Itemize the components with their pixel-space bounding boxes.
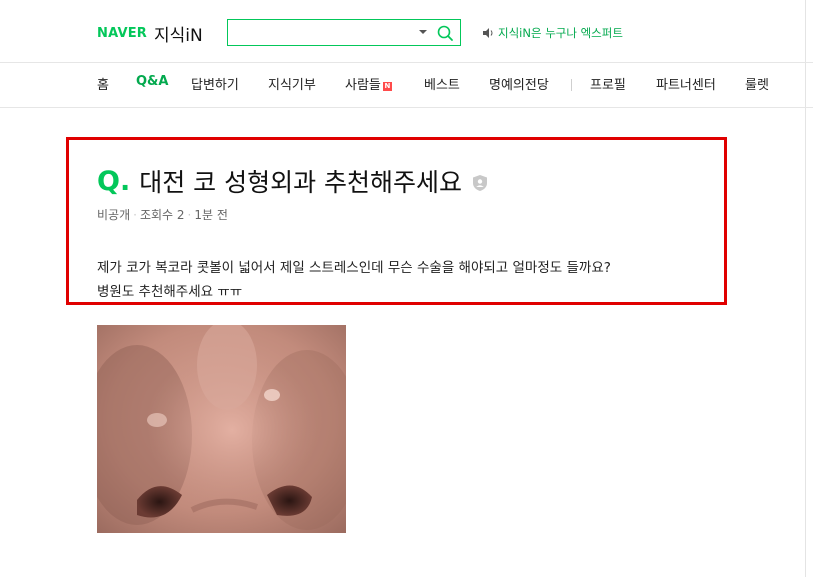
question-body-line: 병원도 추천해주세요 ㅠㅠ: [97, 284, 243, 300]
visibility-label: 비공개: [97, 208, 131, 222]
nose-photo: [97, 325, 346, 533]
service-logo[interactable]: 지식iN: [154, 21, 203, 46]
nav-item-answer[interactable]: 답변하기: [191, 74, 239, 93]
view-count: 조회수 2: [139, 208, 185, 222]
meta-separator: ·: [187, 208, 192, 222]
question-title-row: Q. 대전 코 성형외과 추천해주세요: [97, 163, 488, 199]
nav-item-qna[interactable]: Q&A: [136, 74, 168, 89]
expert-notice[interactable]: 지식iN은 누구나 엑스퍼트: [483, 25, 623, 41]
nav-item-roulette[interactable]: 룰렛: [745, 74, 769, 93]
search-input[interactable]: [234, 23, 418, 44]
question-title: 대전 코 성형외과 추천해주세요: [139, 168, 463, 197]
nav-item-home[interactable]: 홈: [97, 74, 109, 93]
nav-item-donate[interactable]: 지식기부: [268, 74, 316, 93]
nav-item-people-label: 사람들: [345, 78, 381, 93]
question-meta: 비공개 · 조회수 2 · 1분 전: [97, 206, 228, 223]
question-body: 제가 코가 복코라 콧볼이 넓어서 제일 스트레스인데 무슨 수술을 해야되고 …: [97, 256, 717, 304]
header: NAVER 지식iN 지식iN은 누구나 엑스퍼트: [0, 0, 813, 63]
question-body-line: 제가 코가 복코라 콧볼이 넓어서 제일 스트레스인데 무슨 수술을 해야되고 …: [97, 260, 611, 276]
expert-notice-text[interactable]: 지식iN은 누구나 엑스퍼트: [498, 25, 623, 41]
meta-separator: ·: [133, 208, 137, 222]
question-mark-label: Q.: [97, 165, 131, 197]
new-badge: N: [382, 82, 392, 91]
shield-icon: [473, 175, 488, 191]
nav-divider: [571, 79, 572, 91]
speaker-icon: [483, 28, 493, 38]
search-icon: [437, 25, 453, 41]
nav-item-hall-of-fame[interactable]: 명예의전당: [489, 74, 549, 93]
question-image[interactable]: [97, 325, 346, 533]
nav-item-partner-center[interactable]: 파트너센터: [656, 74, 716, 93]
nav-item-people[interactable]: 사람들 N: [345, 74, 392, 93]
dropdown-arrow-icon[interactable]: [419, 30, 427, 34]
nav-item-profile[interactable]: 프로필: [590, 74, 626, 93]
search-button[interactable]: [434, 22, 456, 44]
nav-item-best[interactable]: 베스트: [424, 74, 460, 93]
main-nav: 홈 Q&A 답변하기 지식기부 사람들 N 베스트 명예의전당 프로필 파트너센터…: [0, 63, 813, 108]
naver-logo[interactable]: NAVER: [97, 26, 147, 41]
post-time: 1분 전: [194, 208, 228, 222]
logo[interactable]: NAVER 지식iN: [97, 20, 203, 46]
search-box: [227, 19, 461, 46]
